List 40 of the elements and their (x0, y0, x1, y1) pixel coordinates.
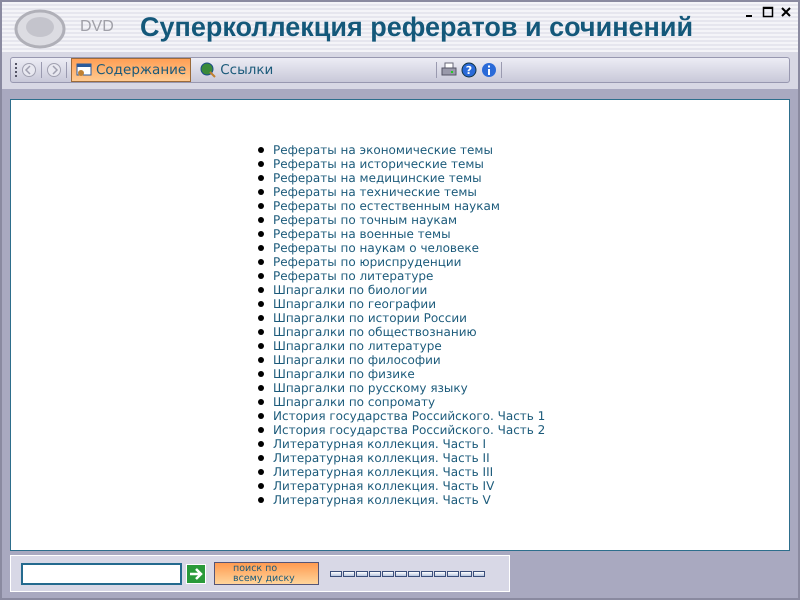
globe-search-icon (200, 62, 216, 78)
bullet-icon (258, 399, 264, 405)
bullet-icon (258, 231, 264, 237)
bullet-icon (258, 175, 264, 181)
print-icon[interactable] (441, 62, 458, 78)
window-title: Суперколлекция рефератов и сочинений (140, 12, 694, 42)
bullet-icon (258, 427, 264, 433)
bullet-icon (258, 161, 264, 167)
bullet-icon (258, 413, 264, 419)
search-field[interactable] (21, 562, 182, 584)
bullet-icon (258, 469, 264, 475)
bullet-icon (258, 315, 264, 321)
bullet-icon (258, 189, 264, 195)
maximize-icon[interactable] (762, 6, 774, 18)
bullet-icon (258, 147, 264, 153)
toolbar-tab[interactable]: Содержание (71, 58, 192, 82)
bullet-icon (258, 287, 264, 293)
bullet-icon (258, 245, 264, 251)
bullet-icon (258, 301, 264, 307)
bullet-icon (258, 357, 264, 363)
bullet-icon (258, 483, 264, 489)
contents-icon (76, 62, 92, 78)
bullet-icon (258, 497, 264, 503)
info-icon[interactable] (481, 62, 498, 78)
bullet-icon (258, 385, 264, 391)
search-disk-button[interactable]: поиск по всему диску (214, 562, 319, 585)
bullet-icon (258, 371, 264, 377)
help-icon[interactable]: ? (461, 62, 478, 78)
toolbar-tab[interactable]: Ссылки (195, 58, 278, 82)
bullet-icon (258, 273, 264, 279)
bullet-icon (258, 455, 264, 461)
close-icon[interactable] (780, 6, 792, 18)
bullet-icon (258, 343, 264, 349)
bullet-icon (258, 203, 264, 209)
bullet-icon (258, 259, 264, 265)
go-button[interactable] (186, 564, 206, 584)
logo-text: DVD (80, 18, 115, 36)
bullet-icon (258, 329, 264, 335)
bullet-icon (258, 441, 264, 447)
bullet-icon (258, 217, 264, 223)
